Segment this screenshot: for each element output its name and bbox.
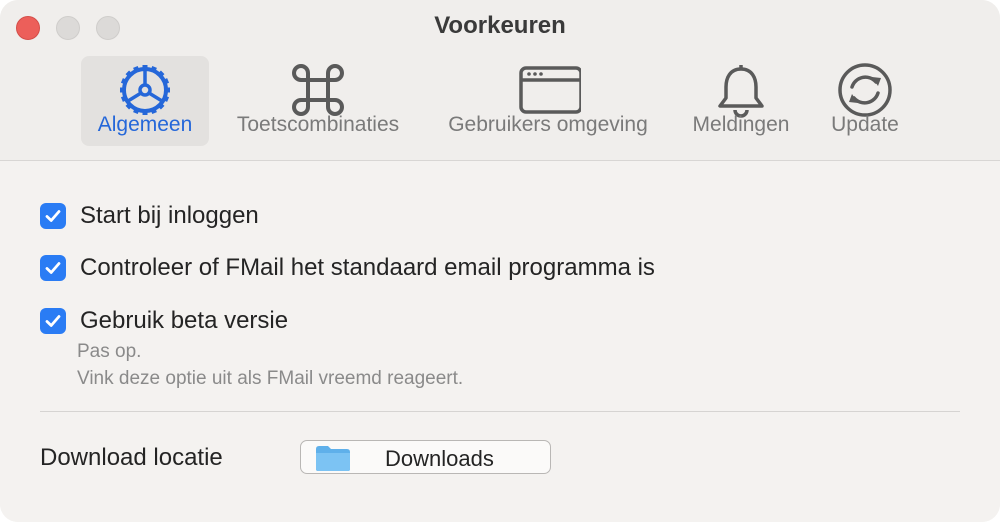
refresh-icon xyxy=(838,63,892,117)
window-title: Voorkeuren xyxy=(434,12,566,39)
beta-hint-line-1: Pas op. xyxy=(77,341,142,362)
tab-meldingen[interactable]: Meldingen xyxy=(680,56,802,146)
download-folder-label: Downloads xyxy=(385,446,494,471)
tab-algemeen[interactable]: Algemeen xyxy=(81,56,209,146)
start-at-login-checkbox[interactable] xyxy=(40,203,66,229)
command-key-icon xyxy=(292,64,344,116)
beta-version-checkbox[interactable] xyxy=(40,308,66,334)
default-mail-check-label: Controleer of FMail het standaard email … xyxy=(80,254,655,281)
folder-icon xyxy=(316,446,350,471)
beta-version-label: Gebruik beta versie xyxy=(80,307,289,334)
tab-label-toetscombinaties: Toetscombinaties xyxy=(236,113,400,136)
tab-gebruikers-omgeving[interactable]: Gebruikers omgeving xyxy=(433,56,663,146)
tab-toetscombinaties[interactable]: Toetscombinaties xyxy=(223,56,413,146)
default-mail-check-checkbox[interactable] xyxy=(40,255,66,281)
beta-hint-line-2: Vink deze optie uit als FMail vreemd rea… xyxy=(77,368,464,389)
section-divider xyxy=(40,411,960,412)
checkmark-icon xyxy=(45,262,61,274)
option-default-mail-check[interactable]: Controleer of FMail het standaard email … xyxy=(40,253,655,283)
option-start-at-login[interactable]: Start bij inloggen xyxy=(40,201,259,231)
option-beta-version[interactable]: Gebruik beta versie xyxy=(40,306,288,336)
bell-icon xyxy=(718,65,764,118)
download-location-label: Download locatie xyxy=(40,444,223,471)
tab-label-algemeen: Algemeen xyxy=(97,113,193,136)
tab-label-meldingen: Meldingen xyxy=(692,113,790,136)
tab-update[interactable]: Update xyxy=(815,56,915,146)
checkmark-icon xyxy=(45,315,61,327)
preferences-window: Voorkeuren Algemeen Toetscombinaties Geb… xyxy=(0,0,1000,522)
download-folder-button[interactable]: Downloads xyxy=(300,440,551,474)
gear-icon xyxy=(120,65,170,115)
start-at-login-label: Start bij inloggen xyxy=(80,202,259,229)
general-settings-panel: Start bij inloggen Controleer of FMail h… xyxy=(0,161,1000,522)
toolbar: Voorkeuren Algemeen Toetscombinaties Geb… xyxy=(0,0,1000,161)
tab-label-gebruikers-omgeving: Gebruikers omgeving xyxy=(448,113,648,136)
tab-label-update: Update xyxy=(831,113,899,136)
window-icon xyxy=(519,66,581,114)
checkmark-icon xyxy=(45,210,61,222)
